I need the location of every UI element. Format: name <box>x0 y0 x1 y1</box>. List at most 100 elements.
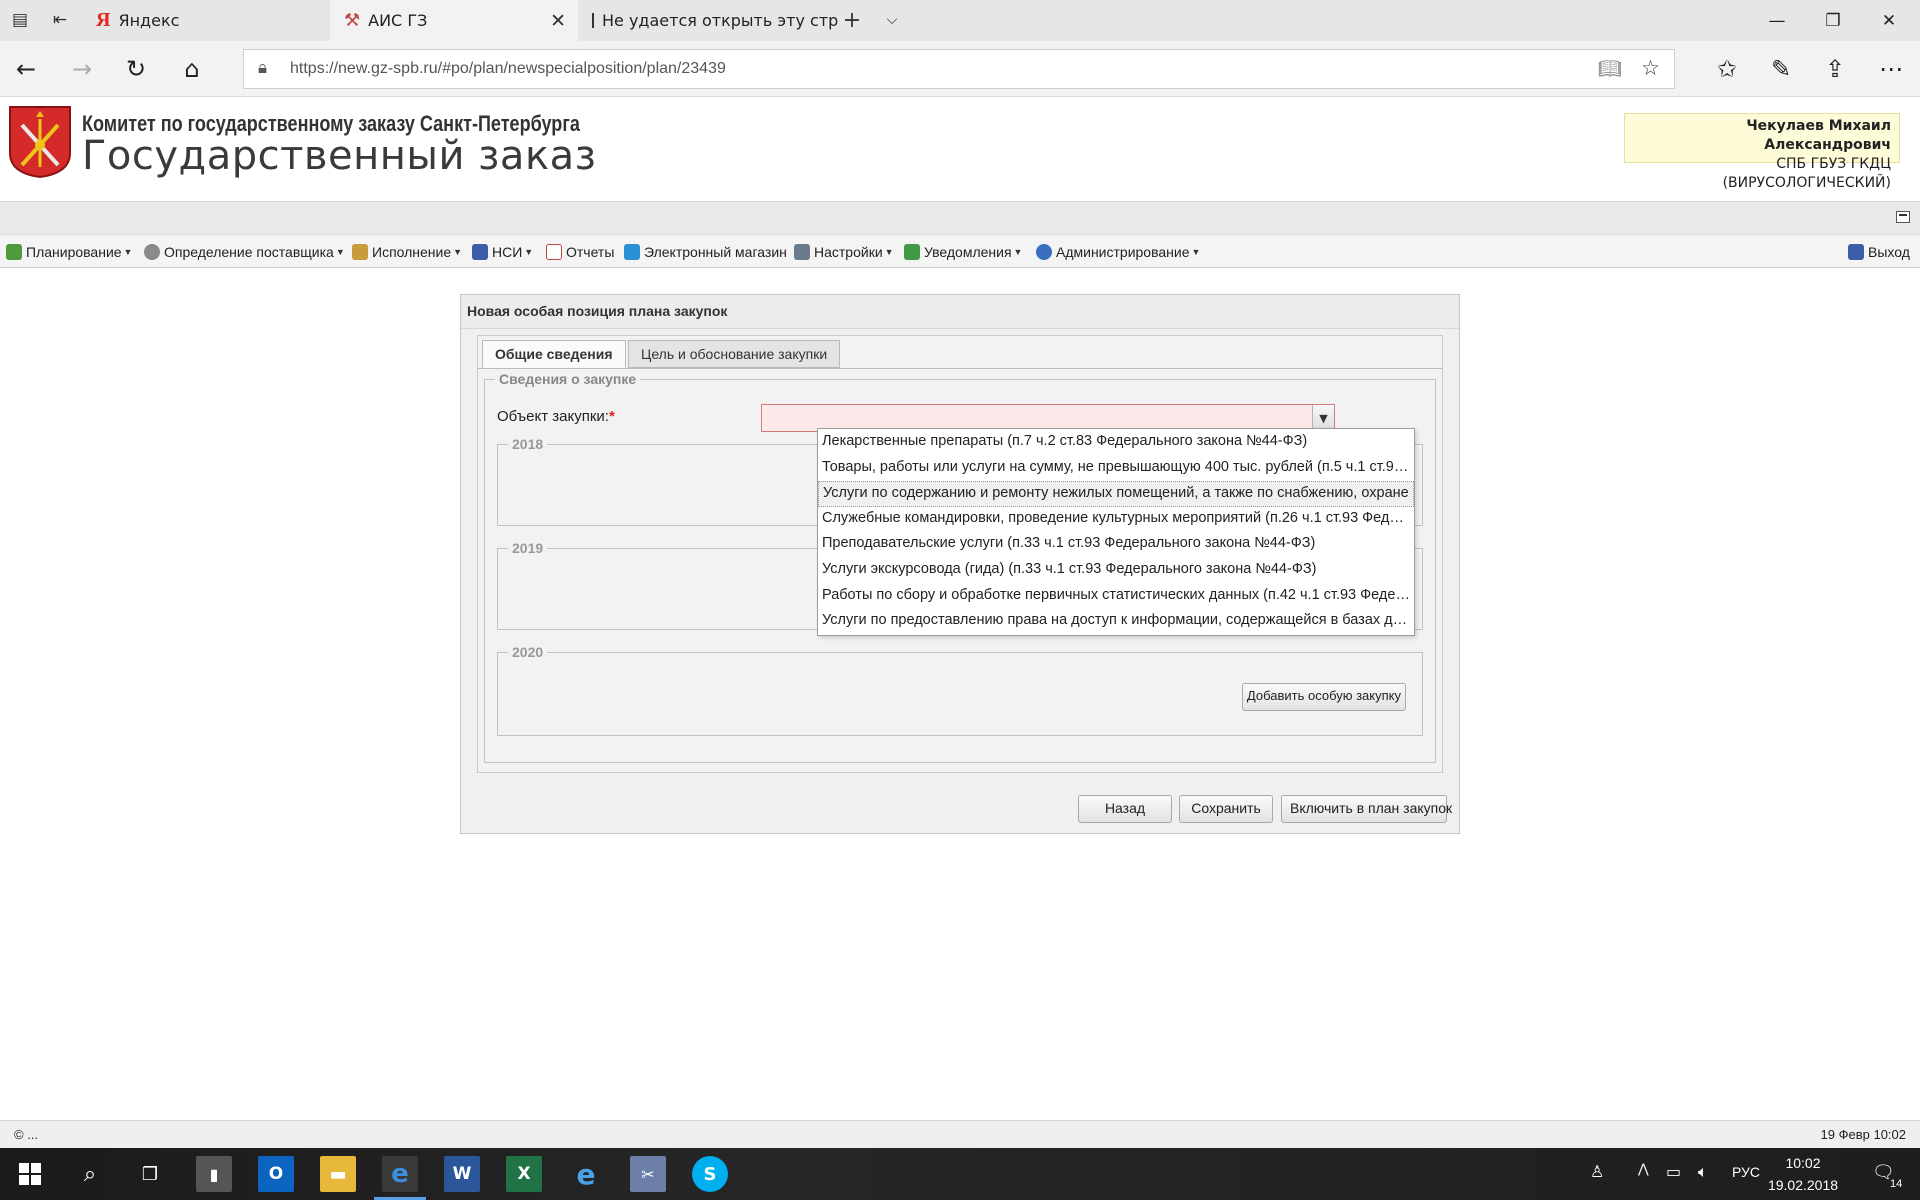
edge-browser-icon[interactable]: e <box>374 1156 426 1200</box>
caret-icon: ▼ <box>1191 247 1201 257</box>
dropdown-option[interactable]: Преподавательские услуги (п.33 ч.1 ст.93… <box>818 532 1414 558</box>
volume-icon[interactable]: 🔈︎ <box>1698 1162 1708 1182</box>
restore-icon[interactable]: ❐ <box>1806 0 1860 41</box>
clock-date: 19.02.2018 <box>1767 1177 1839 1193</box>
copyright-text: © ... <box>14 1127 39 1142</box>
menu-reports[interactable]: Отчеты <box>546 241 614 263</box>
save-button[interactable]: Сохранить <box>1179 795 1273 823</box>
object-label-text: Объект закупки: <box>497 408 609 425</box>
close-tab-icon[interactable]: ✕ <box>550 10 566 32</box>
browser-nav-bar: ← → ↻ ⌂ 🔒︎ https://new.gz-spb.ru/#po/pla… <box>0 41 1920 97</box>
menu-execution[interactable]: Исполнение ▼ <box>352 241 462 263</box>
tab-purpose-justification[interactable]: Цель и обоснование закупки <box>628 340 841 368</box>
search-icon[interactable]: ⌕ <box>72 1156 108 1192</box>
internet-explorer-icon[interactable]: e <box>568 1156 604 1192</box>
add-special-purchase-button[interactable]: Добавить особую закупку <box>1241 683 1406 711</box>
menu-nsi[interactable]: НСИ ▼ <box>472 241 533 263</box>
snipping-tool-icon[interactable]: ✂ <box>630 1156 666 1192</box>
network-icon[interactable]: ▭ <box>1666 1162 1681 1181</box>
dropdown-option[interactable]: Услуги по предоставлению права на доступ… <box>818 609 1414 635</box>
menu-label: Электронный магазин <box>644 244 787 260</box>
tab-label: Не удается открыть эту стр <box>602 11 839 30</box>
new-tab-icon[interactable]: + <box>840 8 864 33</box>
dropdown-option[interactable]: Услуги по содержанию и ремонту нежилых п… <box>818 481 1414 507</box>
share-icon[interactable]: ⇪ <box>1817 51 1853 87</box>
include-in-plan-button[interactable]: Включить в план закупок <box>1281 795 1452 823</box>
favorite-star-icon[interactable]: ☆ <box>1641 56 1660 80</box>
user-admin-icon <box>1036 244 1052 260</box>
menu-exit[interactable]: Выход <box>1848 241 1910 263</box>
dropdown-option[interactable]: Служебные командировки, проведение культ… <box>818 507 1414 533</box>
tab-yandex[interactable]: Я Яндекс <box>82 0 330 41</box>
back-button[interactable]: Назад <box>1078 795 1172 823</box>
notes-pen-icon[interactable]: ✎ <box>1763 51 1799 87</box>
minimize-icon[interactable]: — <box>1750 0 1804 41</box>
home-icon[interactable]: ⌂ <box>174 51 210 87</box>
menu-planning[interactable]: Планирование ▼ <box>6 241 132 263</box>
back-icon[interactable]: ← <box>8 51 44 87</box>
more-icon[interactable]: ⋯ <box>1873 51 1909 87</box>
caret-icon: ▼ <box>884 247 894 257</box>
menu-e-shop[interactable]: Электронный магазин <box>624 241 787 263</box>
user-info[interactable]: Чекулаев Михаил Александрович СПБ ГБУЗ Г… <box>1624 113 1900 191</box>
page-status-bar: © ... 19 Февр 10:02 <box>0 1120 1920 1148</box>
dropdown-option[interactable]: Товары, работы или услуги на сумму, не п… <box>818 456 1414 482</box>
system-clock[interactable]: 10:02 19.02.2018 <box>1762 1152 1844 1196</box>
dropdown-option[interactable]: Лекарственные препараты (п.7 ч.2 ст.83 Ф… <box>818 430 1414 456</box>
tab-list-chevron-icon[interactable]: ⌵ <box>880 8 904 32</box>
url-text: https://new.gz-spb.ru/#po/plan/newspecia… <box>290 60 726 77</box>
forward-icon[interactable]: → <box>64 51 100 87</box>
caret-icon: ▼ <box>335 247 345 257</box>
menu-administration[interactable]: Администрирование ▼ <box>1036 241 1200 263</box>
tab-error-page[interactable]: Не удается открыть эту стр <box>578 0 838 41</box>
tab-ais-gz[interactable]: ⚒ АИС ГЗ ✕ <box>330 0 578 41</box>
tab-label: Яндекс <box>118 11 180 30</box>
brand-title: Государственный заказ <box>82 133 597 179</box>
object-dropdown-list: Лекарственные препараты (п.7 ч.2 ст.83 Ф… <box>817 428 1415 636</box>
gears-icon <box>144 244 160 260</box>
show-hidden-icons-chevron-icon[interactable]: ⋀ <box>1638 1162 1649 1177</box>
refresh-icon[interactable]: ↻ <box>118 51 154 87</box>
menu-notifications[interactable]: Уведомления ▼ <box>904 241 1022 263</box>
dropdown-option[interactable]: Услуги экскурсовода (гида) (п.33 ч.1 ст.… <box>818 558 1414 584</box>
site-header: Комитет по государственному заказу Санкт… <box>0 97 1920 201</box>
close-window-icon[interactable]: ✕ <box>1862 0 1916 41</box>
menu-label: Настройки <box>814 244 883 260</box>
lock-icon: 🔒︎ <box>258 58 268 78</box>
skype-icon[interactable]: S <box>692 1156 728 1192</box>
set-aside-tabs-icon[interactable]: ⇤ <box>48 8 72 32</box>
excel-icon[interactable]: X <box>506 1156 542 1192</box>
menu-settings[interactable]: Настройки ▼ <box>794 241 894 263</box>
reading-view-icon[interactable]: 📖︎ <box>1598 57 1622 80</box>
user-organization: СПБ ГБУЗ ГКДЦ (ВИРУСОЛОГИЧЕСКИЙ) <box>1722 156 1891 191</box>
server-date: 19 Февр 10:02 <box>1820 1127 1906 1142</box>
windows-start-icon[interactable] <box>12 1156 48 1192</box>
word-icon[interactable]: W <box>444 1156 480 1192</box>
favorites-hub-icon[interactable]: ✩ <box>1709 51 1745 87</box>
menu-label: Администрирование <box>1056 244 1190 260</box>
fieldset-legend: Сведения о закупке <box>495 371 641 387</box>
clock-time: 10:02 <box>1785 1155 1821 1171</box>
outlook-icon[interactable]: O <box>258 1156 294 1192</box>
user-name: Чекулаев Михаил Александрович <box>1746 118 1891 153</box>
tab-general-info[interactable]: Общие сведения <box>482 340 626 368</box>
menu-supplier-selection[interactable]: Определение поставщика ▼ <box>144 241 345 263</box>
people-icon[interactable]: ♙ <box>1590 1162 1604 1181</box>
menu-label: Уведомления <box>924 244 1012 260</box>
input-language[interactable]: РУС <box>1732 1164 1760 1180</box>
app-launcher-icon[interactable]: ▮ <box>196 1156 232 1192</box>
object-label: Объект закупки:* <box>497 408 615 425</box>
menu-label: Планирование <box>26 244 122 260</box>
book-icon <box>472 244 488 260</box>
panel-title: Новая особая позиция плана закупок <box>461 295 1459 329</box>
collapse-header-icon[interactable] <box>1896 211 1910 223</box>
task-view-icon[interactable]: ❐ <box>132 1156 168 1192</box>
windows-taskbar: ⌕ ❐ ▮ O ▬ e W X e ✂ S ♙ ⋀ ▭ 🔈︎ РУС 10:02… <box>0 1148 1920 1200</box>
wrench-icon <box>794 244 810 260</box>
report-icon <box>546 244 562 260</box>
year-legend: 2019 <box>508 540 548 556</box>
file-explorer-icon[interactable]: ▬ <box>320 1156 356 1192</box>
dropdown-option[interactable]: Работы по сбору и обработке первичных ст… <box>818 584 1414 610</box>
address-bar[interactable]: 🔒︎ https://new.gz-spb.ru/#po/plan/newspe… <box>243 49 1675 89</box>
tab-overview-icon[interactable]: ▤ <box>8 8 32 32</box>
